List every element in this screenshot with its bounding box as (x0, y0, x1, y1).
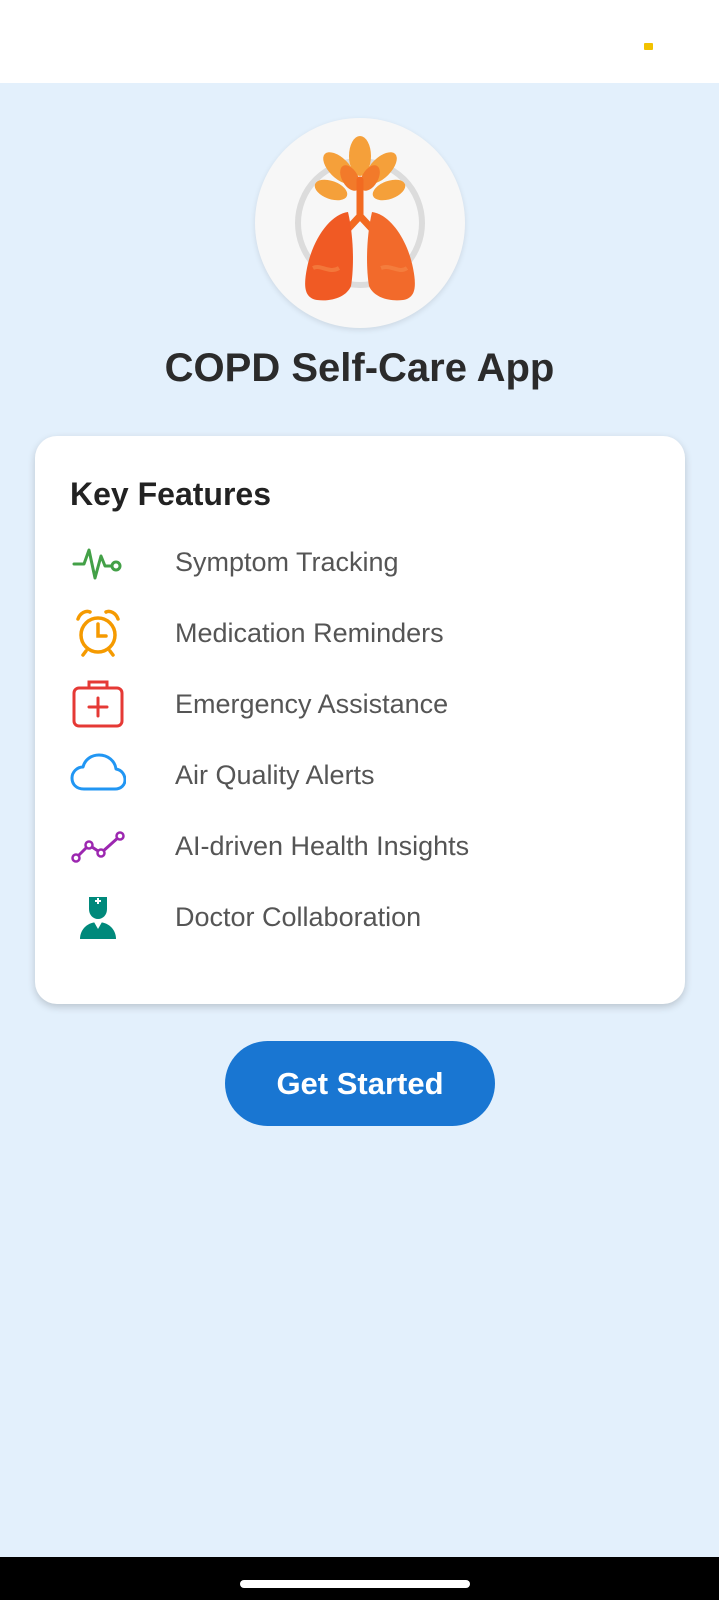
feature-item-emergency-assistance: Emergency Assistance (70, 676, 660, 732)
feature-item-medication-reminders: Medication Reminders (70, 605, 660, 661)
feature-label: AI-driven Health Insights (175, 831, 470, 861)
feature-label: Emergency Assistance (175, 689, 449, 719)
feature-item-doctor-collaboration: Doctor Collaboration (70, 889, 660, 945)
get-started-button[interactable]: Get Started (225, 1041, 495, 1126)
trend-line-icon (70, 818, 126, 874)
system-navigation-bar (0, 1557, 719, 1600)
feature-item-ai-health-insights: AI-driven Health Insights (70, 818, 660, 874)
app-logo (255, 118, 465, 328)
doctor-icon (70, 889, 126, 945)
card-heading: Key Features (70, 476, 271, 512)
feature-item-air-quality-alerts: Air Quality Alerts (70, 747, 660, 803)
medical-kit-icon (70, 676, 126, 732)
status-indicator-icon (644, 43, 653, 50)
feature-item-symptom-tracking: Symptom Tracking (70, 534, 660, 590)
feature-label: Symptom Tracking (175, 547, 399, 577)
key-features-card: Key Features Symptom Tracking Medication… (35, 436, 685, 1004)
feature-label: Medication Reminders (175, 618, 444, 648)
alarm-clock-icon (70, 605, 126, 661)
feature-label: Air Quality Alerts (175, 760, 375, 790)
home-indicator[interactable] (240, 1580, 470, 1588)
heartbeat-icon (70, 534, 126, 590)
cloud-icon (70, 747, 126, 803)
lungs-logo-icon (295, 136, 425, 301)
feature-label: Doctor Collaboration (175, 902, 422, 932)
top-status-bar (0, 0, 719, 83)
app-title: COPD Self-Care App (164, 346, 555, 390)
